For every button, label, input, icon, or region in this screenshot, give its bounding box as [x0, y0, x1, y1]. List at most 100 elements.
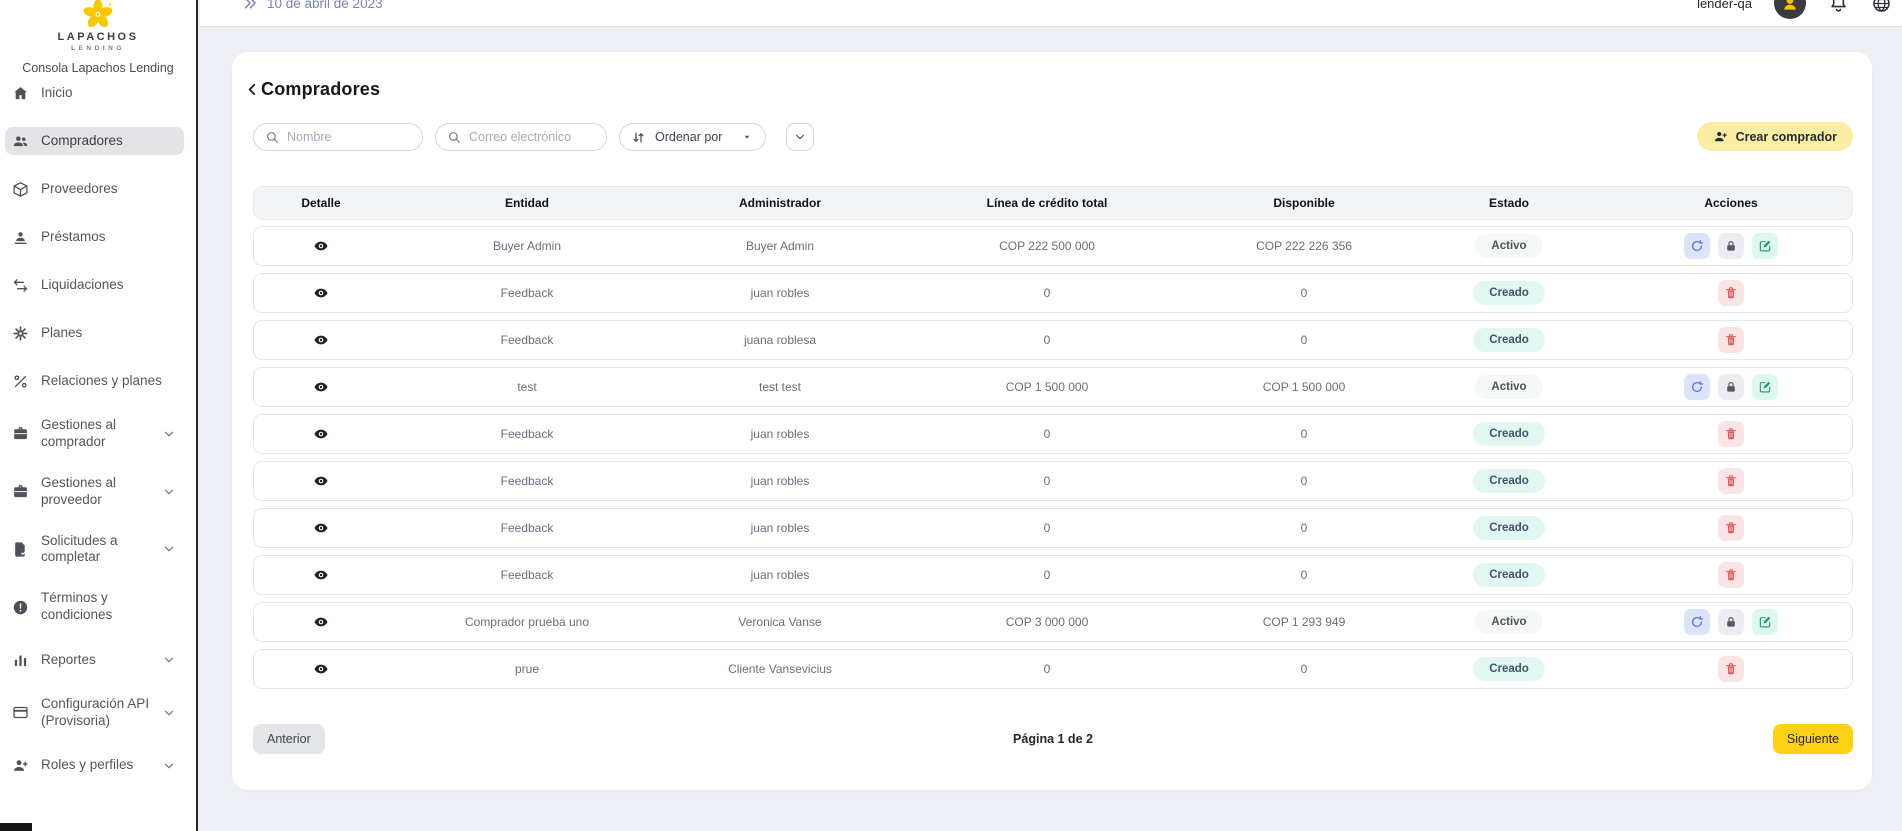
cell-entidad: Feedback [388, 427, 666, 441]
delete-button[interactable] [1718, 562, 1744, 588]
cell-disponible: 0 [1200, 427, 1408, 441]
email-filter-input[interactable] [469, 130, 589, 144]
back-chevron-icon[interactable] [244, 81, 261, 98]
sidebar-item-gestiones-al-comprador[interactable]: Gestiones al comprador [5, 415, 184, 453]
cell-administrador: juan robles [666, 427, 894, 441]
cell-disponible: 0 [1200, 333, 1408, 347]
status-badge: Creado [1473, 328, 1545, 352]
row-actions [1610, 421, 1852, 447]
cell-disponible: 0 [1200, 568, 1408, 582]
search-icon [447, 130, 461, 144]
sidebar-item-relaciones-y-planes[interactable]: Relaciones y planes [5, 367, 184, 395]
sidebar-item-configuracion-api[interactable]: Configuración API (Provisoria) [5, 694, 184, 732]
delete-button[interactable] [1718, 280, 1744, 306]
refresh-credit-button[interactable] [1684, 609, 1710, 635]
cell-disponible: COP 222 226 356 [1200, 239, 1408, 253]
view-detail-button[interactable] [311, 424, 331, 444]
view-detail-button[interactable] [311, 377, 331, 397]
cell-linea-credito: 0 [894, 286, 1200, 300]
double-chevron-right-icon [242, 0, 258, 11]
view-detail-button[interactable] [311, 471, 331, 491]
avatar[interactable] [1774, 0, 1806, 19]
name-filter-input[interactable] [287, 130, 407, 144]
lock-button[interactable] [1718, 233, 1744, 259]
sidebar-item-gestiones-al-proveedor[interactable]: Gestiones al proveedor [5, 473, 184, 511]
sidebar-item-label: Reportes [41, 652, 96, 669]
sidebar-item-compradores[interactable]: Compradores [5, 127, 184, 155]
view-detail-button[interactable] [311, 330, 331, 350]
sidebar-item-proveedores[interactable]: Proveedores [5, 175, 184, 203]
refresh-icon [1690, 239, 1704, 253]
refresh-credit-button[interactable] [1684, 233, 1710, 259]
edit-icon [1758, 615, 1772, 629]
cell-administrador: test test [666, 380, 894, 394]
table-row: Comprador prueba uno Veronica Vanse COP … [253, 602, 1853, 642]
edit-button[interactable] [1752, 374, 1778, 400]
view-detail-button[interactable] [311, 518, 331, 538]
create-comprador-button[interactable]: Crear comprador [1697, 122, 1853, 151]
sort-dropdown-label: Ordenar por [655, 130, 722, 144]
chevron-down-icon [162, 706, 176, 720]
delete-button[interactable] [1718, 515, 1744, 541]
cell-administrador: Buyer Admin [666, 239, 894, 253]
sidebar-item-prestamos[interactable]: Préstamos [5, 223, 184, 251]
globe-icon [1871, 0, 1892, 14]
view-detail-button[interactable] [311, 236, 331, 256]
table-row: Feedback juan robles 0 0 Creado [253, 555, 1853, 595]
view-detail-button[interactable] [311, 283, 331, 303]
sidebar-item-reportes[interactable]: Reportes [5, 646, 184, 674]
cell-entidad: test [388, 380, 666, 394]
sidebar-item-planes[interactable]: Planes [5, 319, 184, 347]
view-detail-button[interactable] [311, 612, 331, 632]
delete-button[interactable] [1718, 327, 1744, 353]
user-icon [1780, 0, 1800, 13]
eye-icon [313, 285, 329, 301]
doc-icon [12, 541, 29, 558]
table-row: Buyer Admin Buyer Admin COP 222 500 000 … [253, 226, 1853, 266]
row-actions [1610, 327, 1852, 353]
delete-button[interactable] [1718, 656, 1744, 682]
collapse-sidebar-button[interactable] [242, 0, 258, 11]
next-page-button[interactable]: Siguiente [1773, 724, 1853, 754]
lock-button[interactable] [1718, 609, 1744, 635]
delete-button[interactable] [1718, 421, 1744, 447]
sidebar-item-label: Términos y condiciones [41, 590, 176, 624]
sidebar-item-inicio[interactable]: Inicio [5, 79, 184, 107]
cell-administrador: Cliente Vansevicius [666, 662, 894, 676]
create-comprador-label: Crear comprador [1736, 130, 1837, 144]
lock-button[interactable] [1718, 374, 1744, 400]
lapachos-logo-icon [80, 0, 116, 30]
compradores-panel: Compradores Ordenar por Crear comprado [232, 52, 1872, 790]
column-header: Administrador [666, 196, 894, 210]
table-row: test test test COP 1 500 000 COP 1 500 0… [253, 367, 1853, 407]
notifications-button[interactable] [1828, 0, 1849, 14]
eye-icon [313, 520, 329, 536]
bell-icon [1828, 0, 1849, 14]
sort-dropdown[interactable]: Ordenar por [619, 123, 766, 151]
cell-entidad: Comprador prueba uno [388, 615, 666, 629]
cell-entidad: Buyer Admin [388, 239, 666, 253]
refresh-credit-button[interactable] [1684, 374, 1710, 400]
sidebar-item-liquidaciones[interactable]: Liquidaciones [5, 271, 184, 299]
sidebar-item-roles-y-perfiles[interactable]: Roles y perfiles [5, 752, 184, 780]
edit-button[interactable] [1752, 233, 1778, 259]
brand: LAPACHOS LENDING Consola Lapachos Lendin… [10, 0, 186, 75]
cell-administrador: Veronica Vanse [666, 615, 894, 629]
status-badge: Activo [1475, 375, 1542, 399]
pagination: Anterior Página 1 de 2 Siguiente [253, 724, 1853, 754]
edit-button[interactable] [1752, 609, 1778, 635]
status-badge: Creado [1473, 563, 1545, 587]
expand-filters-button[interactable] [786, 123, 814, 151]
sidebar-item-solicitudes-a-completar[interactable]: Solicitudes a completar [5, 531, 184, 569]
table-row: Feedback juan robles 0 0 Creado [253, 508, 1853, 548]
user-plus-icon [1713, 129, 1728, 144]
sort-icon [631, 130, 646, 145]
users-icon [12, 133, 29, 150]
topbar: 10 de abril de 2023 lender-qa [200, 0, 1902, 27]
delete-button[interactable] [1718, 468, 1744, 494]
language-button[interactable] [1871, 0, 1892, 14]
sidebar-item-terminos-y-condiciones[interactable]: Términos y condiciones [5, 588, 184, 626]
view-detail-button[interactable] [311, 659, 331, 679]
view-detail-button[interactable] [311, 565, 331, 585]
cell-linea-credito: 0 [894, 474, 1200, 488]
